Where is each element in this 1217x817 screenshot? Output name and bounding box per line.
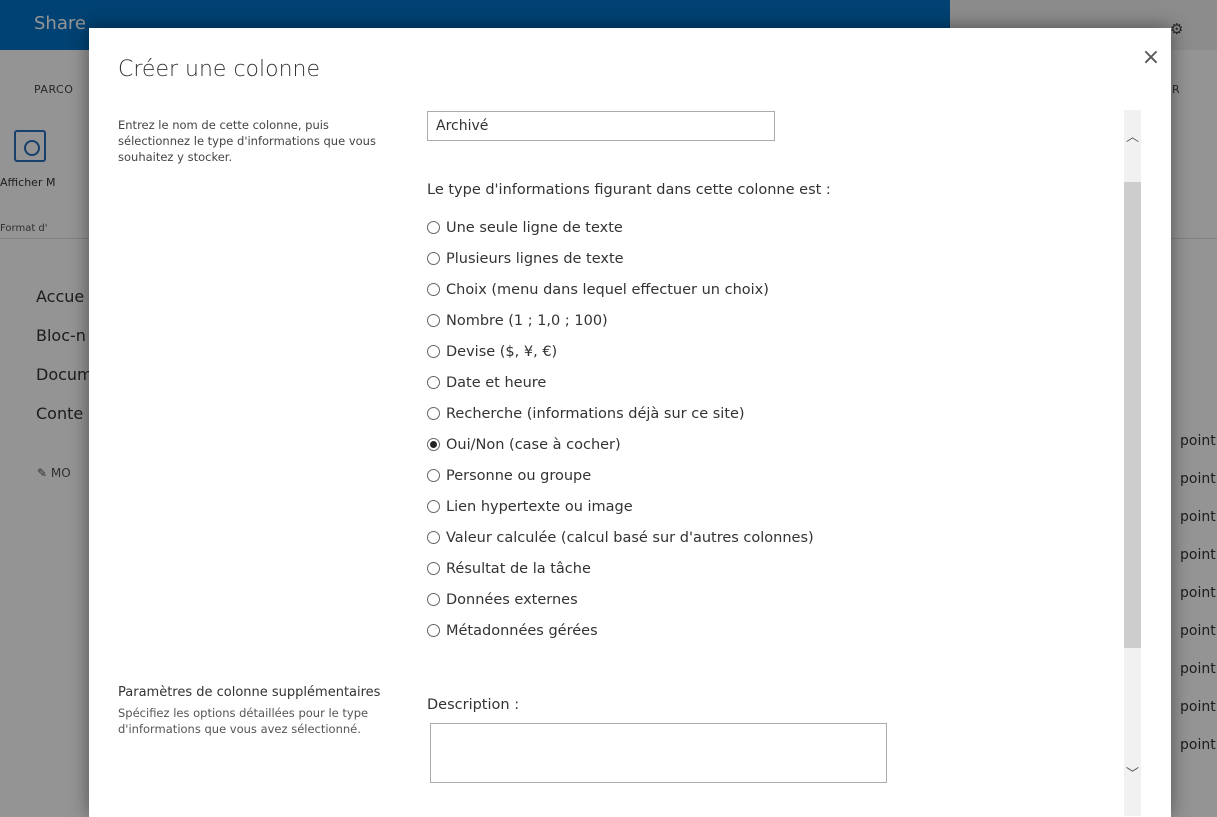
radio-button[interactable] bbox=[427, 469, 440, 482]
type-option-yes-no[interactable]: Oui/Non (case à cocher) bbox=[427, 429, 814, 460]
radio-button[interactable] bbox=[427, 593, 440, 606]
type-option-currency[interactable]: Devise ($, ¥, €) bbox=[427, 336, 814, 367]
type-option-single-line[interactable]: Une seule ligne de texte bbox=[427, 212, 814, 243]
close-icon[interactable]: × bbox=[1139, 46, 1163, 70]
scroll-down-icon[interactable]: ﹀ bbox=[1124, 765, 1141, 785]
option-label: Lien hypertexte ou image bbox=[446, 498, 633, 515]
radio-button[interactable] bbox=[427, 283, 440, 296]
option-label: Choix (menu dans lequel effectuer un cho… bbox=[446, 281, 769, 298]
column-name-description: Entrez le nom de cette colonne, puis sél… bbox=[118, 118, 376, 164]
type-option-hyperlink[interactable]: Lien hypertexte ou image bbox=[427, 491, 814, 522]
radio-button[interactable] bbox=[427, 252, 440, 265]
type-option-calculated[interactable]: Valeur calculée (calcul basé sur d'autre… bbox=[427, 522, 814, 553]
additional-settings-description: Spécifiez les options détaillées pour le… bbox=[118, 706, 369, 736]
type-option-choice[interactable]: Choix (menu dans lequel effectuer un cho… bbox=[427, 274, 814, 305]
option-label: Oui/Non (case à cocher) bbox=[446, 436, 621, 453]
radio-button[interactable] bbox=[427, 624, 440, 637]
type-option-number[interactable]: Nombre (1 ; 1,0 ; 100) bbox=[427, 305, 814, 336]
radio-button[interactable] bbox=[427, 376, 440, 389]
option-label: Une seule ligne de texte bbox=[446, 219, 623, 236]
column-type-label: Le type d'informations figurant dans cet… bbox=[427, 182, 831, 198]
radio-button[interactable] bbox=[427, 562, 440, 575]
type-option-lookup[interactable]: Recherche (informations déjà sur ce site… bbox=[427, 398, 814, 429]
type-option-person-group[interactable]: Personne ou groupe bbox=[427, 460, 814, 491]
radio-button[interactable] bbox=[427, 531, 440, 544]
additional-settings-section: Paramètres de colonne supplémentaires Sp… bbox=[118, 683, 393, 737]
additional-settings-heading: Paramètres de colonne supplémentaires bbox=[118, 685, 381, 700]
type-option-task-outcome[interactable]: Résultat de la tâche bbox=[427, 553, 814, 584]
radio-button[interactable] bbox=[427, 221, 440, 234]
option-label: Personne ou groupe bbox=[446, 467, 592, 484]
type-option-external-data[interactable]: Données externes bbox=[427, 584, 814, 615]
column-name-input[interactable] bbox=[427, 111, 775, 141]
option-label: Date et heure bbox=[446, 374, 547, 391]
dialog-title: Créer une colonne bbox=[118, 57, 320, 82]
option-label: Plusieurs lignes de texte bbox=[446, 250, 624, 267]
column-type-radio-group: Une seule ligne de texte Plusieurs ligne… bbox=[427, 212, 814, 646]
scrollbar-thumb[interactable] bbox=[1124, 182, 1141, 648]
option-label: Métadonnées gérées bbox=[446, 622, 598, 639]
option-label: Données externes bbox=[446, 591, 578, 608]
radio-button[interactable] bbox=[427, 314, 440, 327]
description-textarea[interactable] bbox=[430, 723, 887, 783]
type-option-managed-metadata[interactable]: Métadonnées gérées bbox=[427, 615, 814, 646]
radio-button[interactable] bbox=[427, 407, 440, 420]
scroll-up-icon[interactable]: ︿ bbox=[1124, 128, 1141, 148]
option-label: Valeur calculée (calcul basé sur d'autre… bbox=[446, 529, 814, 546]
radio-button[interactable] bbox=[427, 345, 440, 358]
option-label: Nombre (1 ; 1,0 ; 100) bbox=[446, 312, 608, 329]
description-label: Description : bbox=[427, 697, 520, 713]
radio-button[interactable] bbox=[427, 500, 440, 513]
option-label: Résultat de la tâche bbox=[446, 560, 591, 577]
create-column-dialog: Créer une colonne × Entrez le nom de cet… bbox=[89, 28, 1171, 817]
type-option-date-time[interactable]: Date et heure bbox=[427, 367, 814, 398]
radio-button-selected[interactable] bbox=[427, 438, 440, 451]
type-option-multi-line[interactable]: Plusieurs lignes de texte bbox=[427, 243, 814, 274]
option-label: Recherche (informations déjà sur ce site… bbox=[446, 405, 745, 422]
option-label: Devise ($, ¥, €) bbox=[446, 343, 558, 360]
